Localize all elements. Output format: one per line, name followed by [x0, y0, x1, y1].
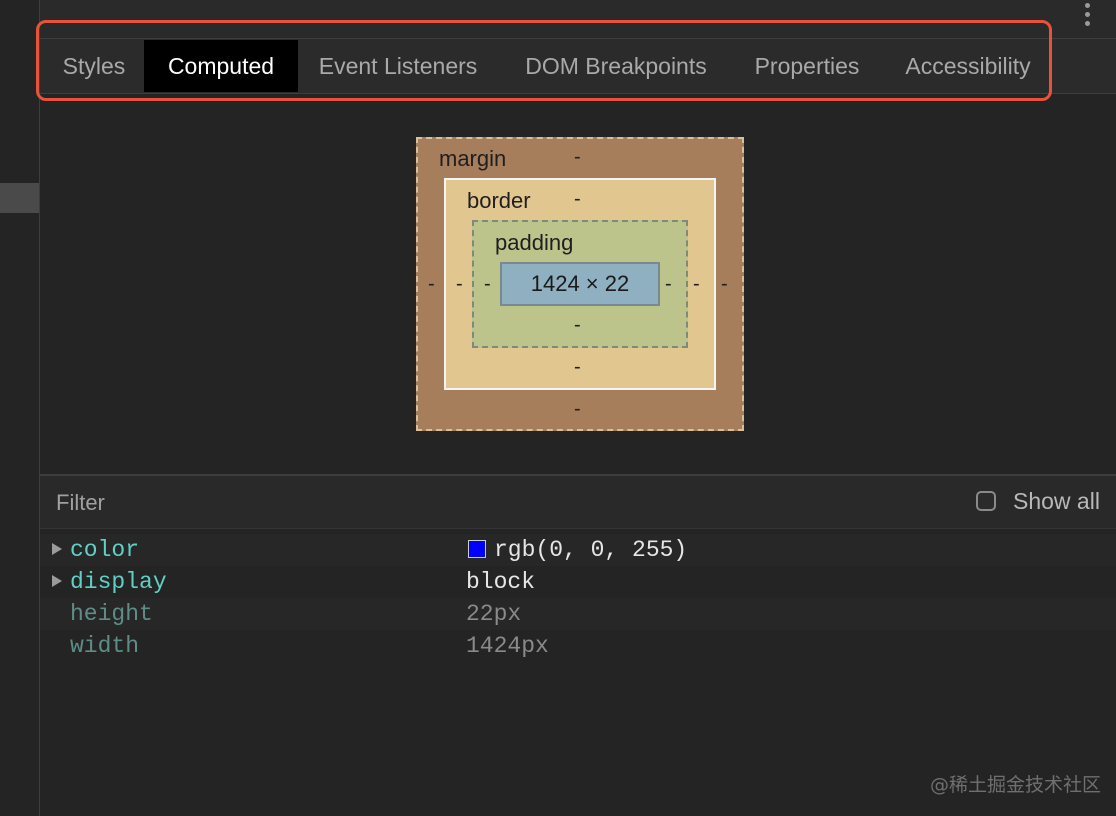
selected-node-highlight	[0, 183, 39, 213]
show-all-checkbox[interactable]	[976, 491, 996, 511]
tab-computed[interactable]: Computed	[144, 40, 298, 92]
more-options-icon[interactable]	[1078, 0, 1096, 28]
box-model-content[interactable]: 1424 × 22	[500, 262, 660, 306]
padding-label: padding	[495, 230, 574, 255]
border-label: border	[467, 188, 531, 213]
devtools-top-strip	[0, 0, 1116, 39]
padding-right-value[interactable]: -	[665, 273, 672, 296]
margin-bottom-value[interactable]: -	[574, 398, 581, 421]
tab-styles[interactable]: Styles	[46, 40, 142, 92]
tab-dom-breakpoints[interactable]: DOM Breakpoints	[508, 40, 724, 92]
border-top-value[interactable]: -	[574, 188, 581, 211]
property-name: height	[70, 601, 153, 627]
property-value: 22px	[466, 601, 522, 627]
margin-right-value[interactable]: -	[721, 273, 728, 296]
watermark: @稀土掘金技术社区	[930, 774, 1102, 796]
border-right-value[interactable]: -	[693, 273, 700, 296]
filter-bar: Show all	[40, 476, 1116, 529]
property-name: display	[70, 569, 167, 595]
padding-left-value[interactable]: -	[484, 273, 491, 296]
property-name: color	[70, 537, 140, 563]
property-value: block	[466, 569, 536, 595]
padding-bottom-value[interactable]: -	[574, 314, 581, 337]
tab-accessibility[interactable]: Accessibility	[888, 40, 1048, 92]
show-all-label[interactable]: Show all	[1013, 488, 1100, 515]
property-name: width	[70, 633, 140, 659]
property-value: rgb(0, 0, 255)	[494, 537, 688, 563]
property-row-width: width 1424px	[40, 630, 1116, 662]
border-left-value[interactable]: -	[456, 273, 463, 296]
margin-label: margin	[439, 146, 507, 171]
elements-panel-edge	[0, 0, 40, 816]
property-row-height: height 22px	[40, 598, 1116, 630]
margin-left-value[interactable]: -	[428, 273, 435, 296]
expand-triangle-icon[interactable]	[52, 543, 62, 555]
property-value: 1424px	[466, 633, 549, 659]
color-swatch[interactable]	[468, 540, 486, 558]
margin-top-value[interactable]: -	[574, 146, 581, 169]
filter-input[interactable]	[54, 486, 938, 520]
sidebar-tab-bar: Styles Computed Event Listeners DOM Brea…	[40, 39, 1116, 94]
property-row-color[interactable]: color rgb(0, 0, 255)	[40, 534, 1116, 566]
expand-triangle-icon[interactable]	[52, 575, 62, 587]
border-bottom-value[interactable]: -	[574, 356, 581, 379]
tab-event-listeners[interactable]: Event Listeners	[302, 40, 494, 92]
tab-properties[interactable]: Properties	[740, 40, 874, 92]
property-row-display[interactable]: display block	[40, 566, 1116, 598]
